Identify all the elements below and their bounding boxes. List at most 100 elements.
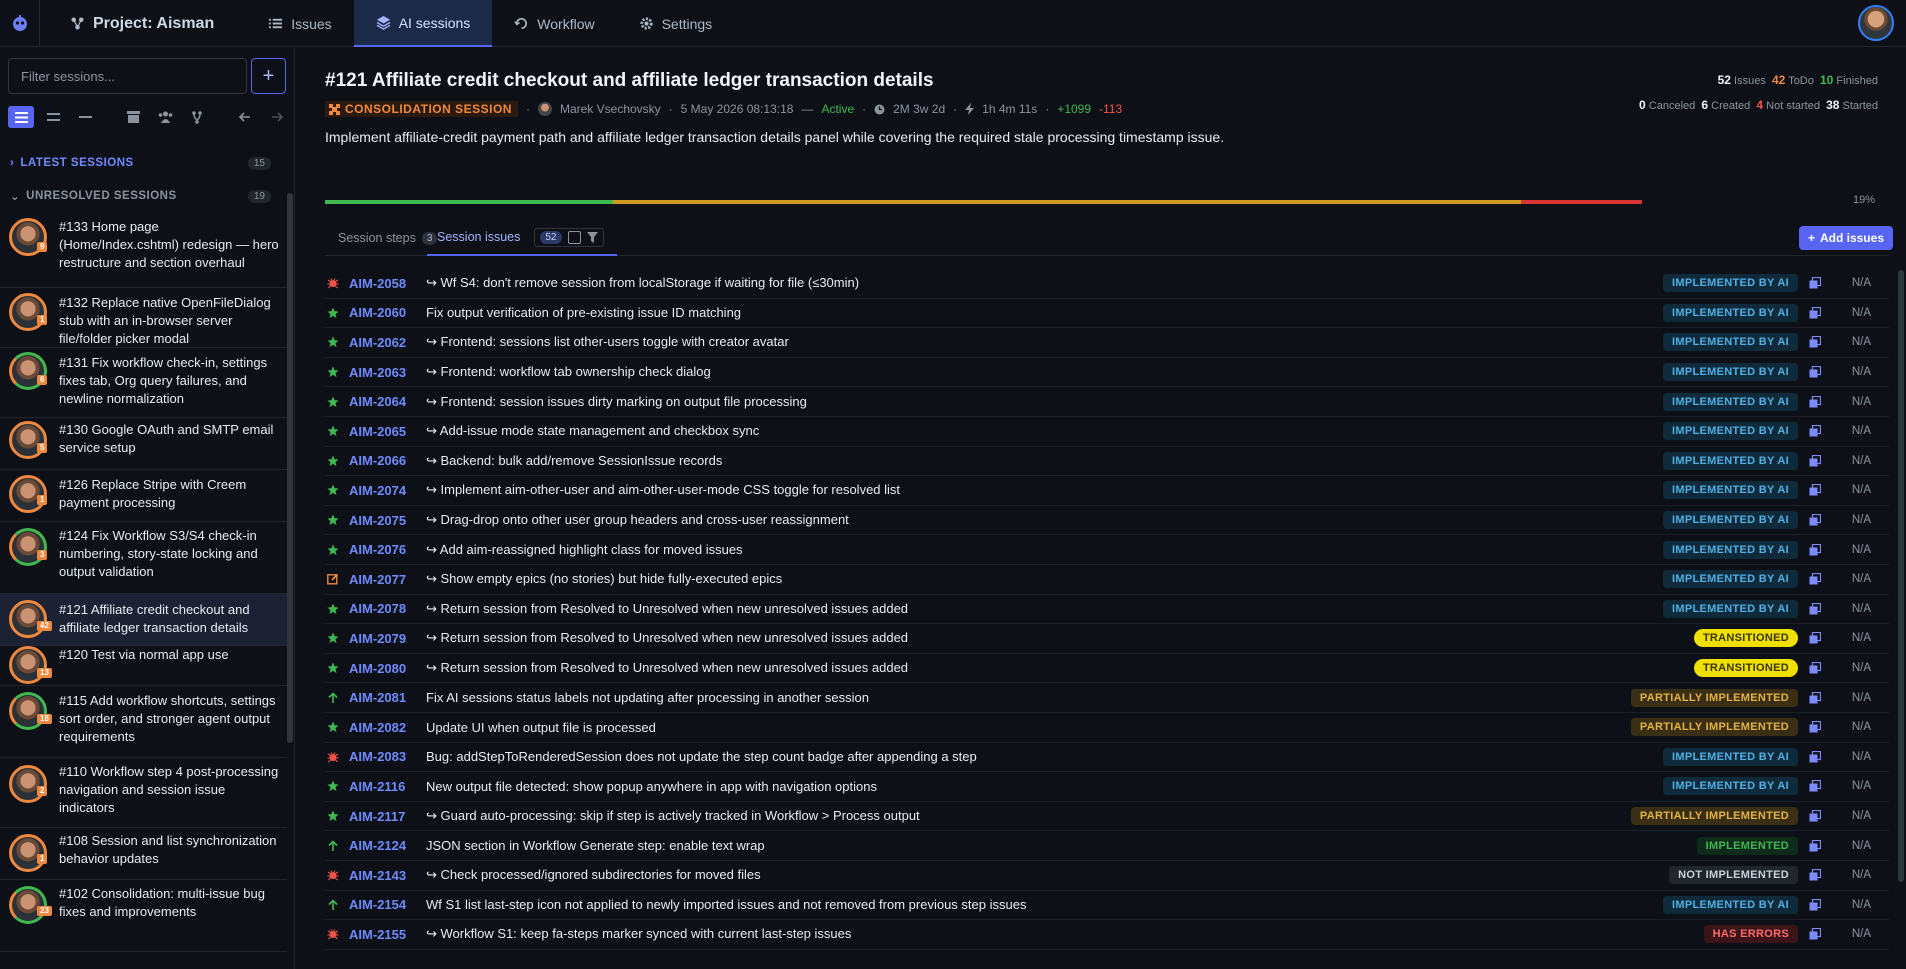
issue-key-link[interactable]: AIM-2143 [349, 868, 406, 883]
select-all-checkbox[interactable] [567, 230, 581, 244]
issue-row[interactable]: AIM-2066 ↪ Backend: bulk add/remove Sessi… [325, 447, 1889, 477]
filter-icon[interactable] [586, 231, 598, 243]
copy-icon[interactable] [1809, 336, 1821, 348]
issue-row[interactable]: AIM-2154 Wf S1 list last-step icon not ap… [325, 891, 1889, 921]
issue-row[interactable]: AIM-2124 JSON section in Workflow Generat… [325, 831, 1889, 861]
issue-row[interactable]: AIM-2060 Fix output verification of pre-e… [325, 299, 1889, 329]
issue-row[interactable]: AIM-2079 ↪ Return session from Resolved t… [325, 624, 1889, 654]
copy-icon[interactable] [1809, 543, 1821, 556]
users-toggle-button[interactable] [152, 106, 178, 128]
issue-key-link[interactable]: AIM-2065 [349, 424, 406, 439]
latest-sessions-header[interactable]: › LATEST SESSIONS 15 [0, 150, 285, 176]
copy-icon[interactable] [1809, 395, 1821, 408]
copy-icon[interactable] [1809, 662, 1821, 674]
issue-key-link[interactable]: AIM-2078 [349, 601, 406, 616]
issue-key-link[interactable]: AIM-2076 [349, 542, 406, 557]
session-list-item[interactable]: 1 #108 Session and list synchronization b… [0, 828, 287, 880]
issue-key-link[interactable]: AIM-2116 [349, 779, 405, 794]
issue-row[interactable]: AIM-2116 New output file detected: show p… [325, 772, 1889, 802]
copy-icon[interactable] [1809, 306, 1821, 319]
filter-sessions-input[interactable]: Filter sessions... [8, 58, 247, 94]
copy-icon[interactable] [1809, 425, 1821, 437]
issue-row[interactable]: AIM-2063 ↪ Frontend: workflow tab ownersh… [325, 358, 1889, 388]
issue-row[interactable]: AIM-2155 ↪ Workflow S1: keep fa-steps mar… [325, 920, 1889, 950]
copy-icon[interactable] [1809, 928, 1821, 940]
issues-scrollbar[interactable] [1898, 270, 1904, 882]
tab-session-steps[interactable]: Session steps 3 [338, 220, 438, 256]
tab-session-issues[interactable]: Session issues 52 [427, 220, 617, 256]
view-compact-button[interactable] [8, 106, 34, 128]
issue-row[interactable]: AIM-2074 ↪ Implement aim-other-user and a… [325, 476, 1889, 506]
issue-row[interactable]: AIM-2064 ↪ Frontend: session issues dirty… [325, 387, 1889, 417]
copy-icon[interactable] [1809, 573, 1821, 585]
session-list-item[interactable]: 13 #120 Test via normal app use [0, 646, 287, 686]
issue-key-link[interactable]: AIM-2154 [349, 897, 406, 912]
issue-key-link[interactable]: AIM-2155 [349, 927, 406, 942]
issue-key-link[interactable]: AIM-2066 [349, 453, 406, 468]
view-medium-button[interactable] [40, 106, 66, 128]
copy-icon[interactable] [1809, 602, 1821, 615]
copy-icon[interactable] [1809, 632, 1821, 644]
issue-key-link[interactable]: AIM-2058 [349, 276, 406, 291]
unresolved-sessions-header[interactable]: ⌄ UNRESOLVED SESSIONS 19 [0, 183, 285, 209]
copy-icon[interactable] [1809, 366, 1821, 378]
copy-icon[interactable] [1809, 484, 1821, 496]
back-button[interactable] [232, 106, 258, 128]
issue-row[interactable]: AIM-2058 ↪ Wf S4: don't remove session fr… [325, 269, 1889, 299]
session-list-item[interactable]: 9 #133 Home page (Home/Index.cshtml) rede… [0, 216, 287, 288]
issue-row[interactable]: AIM-2075 ↪ Drag-drop onto other user grou… [325, 506, 1889, 536]
issue-key-link[interactable]: AIM-2077 [349, 572, 406, 587]
issue-row[interactable]: AIM-2077 ↪ Show empty epics (no stories) … [325, 565, 1889, 595]
issue-row[interactable]: AIM-2083 Bug: addStepToRenderedSession do… [325, 743, 1889, 773]
new-session-button[interactable]: + [251, 58, 286, 94]
archive-button[interactable] [120, 106, 146, 128]
session-list-item[interactable]: 23 #102 Consolidation: multi-issue bug fi… [0, 880, 287, 952]
issue-key-link[interactable]: AIM-2117 [349, 809, 405, 824]
copy-icon[interactable] [1809, 810, 1821, 822]
issue-key-link[interactable]: AIM-2075 [349, 513, 406, 528]
issue-key-link[interactable]: AIM-2064 [349, 394, 406, 409]
issue-row[interactable]: AIM-2062 ↪ Frontend: sessions list other-… [325, 328, 1889, 358]
session-list-item[interactable]: 2 #110 Workflow step 4 post-processing na… [0, 758, 287, 828]
session-list-item[interactable]: 3 #124 Fix Workflow S3/S4 check-in number… [0, 522, 287, 594]
nav-ai-sessions[interactable]: AI sessions [353, 0, 493, 47]
session-list-item[interactable]: 18 #115 Add workflow shortcuts, settings … [0, 686, 287, 758]
copy-icon[interactable] [1809, 721, 1821, 733]
copy-icon[interactable] [1809, 277, 1821, 289]
add-issues-button[interactable]: + Add issues [1798, 226, 1893, 250]
project-switcher[interactable]: Project: Aisman [40, 0, 246, 47]
issue-row[interactable]: AIM-2143 ↪ Check processed/ignored subdir… [325, 861, 1889, 891]
session-list-item[interactable]: 1 #126 Replace Stripe with Creem payment … [0, 470, 287, 522]
issue-row[interactable]: AIM-2081 Fix AI sessions status labels no… [325, 683, 1889, 713]
session-list-item[interactable]: 6 #131 Fix workflow check-in, settings fi… [0, 348, 287, 418]
copy-icon[interactable] [1809, 898, 1821, 911]
copy-icon[interactable] [1809, 869, 1821, 881]
copy-icon[interactable] [1809, 454, 1821, 467]
app-logo[interactable] [0, 0, 40, 47]
nav-issues[interactable]: Issues [246, 0, 353, 47]
session-list-item[interactable]: 1 #132 Replace native OpenFileDialog stub… [0, 288, 287, 348]
issue-key-link[interactable]: AIM-2062 [349, 335, 406, 350]
issue-row[interactable]: AIM-2078 ↪ Return session from Resolved t… [325, 595, 1889, 625]
issue-key-link[interactable]: AIM-2082 [349, 720, 406, 735]
copy-icon[interactable] [1809, 691, 1821, 704]
issue-key-link[interactable]: AIM-2074 [349, 483, 406, 498]
copy-icon[interactable] [1809, 780, 1821, 792]
nav-settings[interactable]: Settings [617, 0, 735, 47]
user-avatar[interactable] [1858, 5, 1894, 41]
merge-button[interactable] [184, 106, 210, 128]
sidebar-scrollbar[interactable] [287, 193, 293, 743]
issue-key-link[interactable]: AIM-2124 [349, 838, 406, 853]
issue-key-link[interactable]: AIM-2063 [349, 365, 406, 380]
issue-row[interactable]: AIM-2076 ↪ Add aim-reassigned highlight c… [325, 535, 1889, 565]
issue-key-link[interactable]: AIM-2060 [349, 305, 406, 320]
forward-button[interactable] [264, 106, 290, 128]
issue-key-link[interactable]: AIM-2083 [349, 749, 406, 764]
session-list-item[interactable]: 42 #121 Affiliate credit checkout and aff… [0, 594, 287, 646]
session-list-item[interactable]: 5 #130 Google OAuth and SMTP email servic… [0, 418, 287, 470]
issue-key-link[interactable]: AIM-2081 [349, 690, 406, 705]
copy-icon[interactable] [1809, 750, 1821, 763]
view-minimal-button[interactable] [72, 106, 98, 128]
copy-icon[interactable] [1809, 839, 1821, 852]
issue-key-link[interactable]: AIM-2080 [349, 661, 406, 676]
